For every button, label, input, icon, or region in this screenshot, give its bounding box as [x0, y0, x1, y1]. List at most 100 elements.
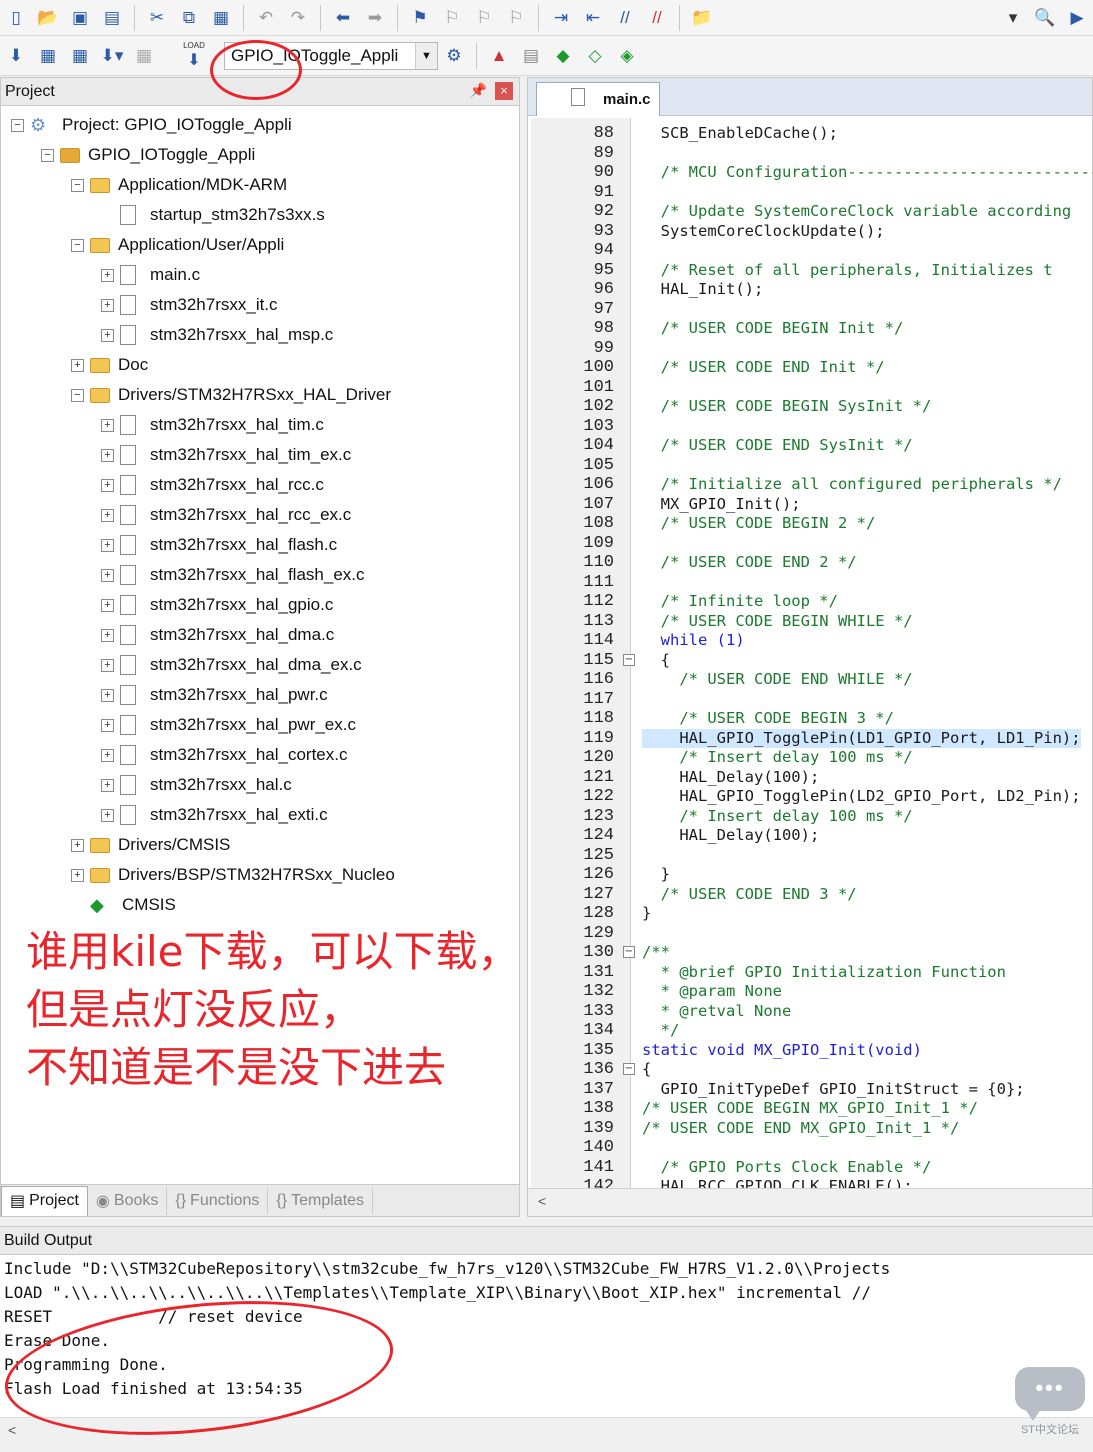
- code-line[interactable]: 102 /* USER CODE BEGIN SysInit */: [528, 397, 1093, 417]
- code-line[interactable]: 119 HAL_GPIO_TogglePin(LD1_GPIO_Port, LD…: [528, 729, 1093, 749]
- tree-item[interactable]: −Drivers/STM32H7RSxx_HAL_Driver: [71, 380, 391, 410]
- collapse-icon[interactable]: −: [71, 389, 84, 402]
- code-line[interactable]: 141 /* GPIO Ports Clock Enable */: [528, 1158, 1093, 1178]
- tree-item[interactable]: +stm32h7rsxx_hal_rcc_ex.c: [101, 500, 351, 530]
- expand-icon[interactable]: +: [71, 359, 84, 372]
- code-line[interactable]: 112 /* Infinite loop */: [528, 592, 1093, 612]
- expand-icon[interactable]: +: [101, 779, 114, 792]
- search-doc-icon[interactable]: 🔍: [1031, 4, 1059, 32]
- code-line[interactable]: 109: [528, 534, 1093, 554]
- collapse-icon[interactable]: −: [11, 119, 24, 132]
- build-output-horizontal-scrollbar[interactable]: <: [0, 1417, 1093, 1445]
- code-line[interactable]: 130−/**: [528, 943, 1093, 963]
- expand-icon[interactable]: +: [101, 689, 114, 702]
- expand-icon[interactable]: +: [101, 809, 114, 822]
- tab-functions[interactable]: {}Functions: [167, 1188, 268, 1214]
- code-line[interactable]: 126 }: [528, 865, 1093, 885]
- code-line[interactable]: 99: [528, 339, 1093, 359]
- code-line[interactable]: 111: [528, 573, 1093, 593]
- tree-item[interactable]: +stm32h7rsxx_hal_rcc.c: [101, 470, 324, 500]
- code-line[interactable]: 122 HAL_GPIO_TogglePin(LD2_GPIO_Port, LD…: [528, 787, 1093, 807]
- pin-icon[interactable]: 📌: [470, 82, 487, 99]
- expand-icon[interactable]: +: [101, 539, 114, 552]
- nav-back-icon[interactable]: ⬅: [329, 4, 357, 32]
- open-file-icon[interactable]: 📂: [34, 4, 62, 32]
- code-line[interactable]: 135static void MX_GPIO_Init(void): [528, 1041, 1093, 1061]
- new-file-icon[interactable]: ▯: [2, 4, 30, 32]
- tab-project[interactable]: ▤Project: [1, 1186, 88, 1216]
- tree-item[interactable]: +Drivers/BSP/STM32H7RSxx_Nucleo: [71, 860, 395, 890]
- code-line[interactable]: 101: [528, 378, 1093, 398]
- code-line[interactable]: 131 * @brief GPIO Initialization Functio…: [528, 963, 1093, 983]
- expand-icon[interactable]: +: [101, 419, 114, 432]
- expand-icon[interactable]: +: [101, 629, 114, 642]
- tree-item[interactable]: +stm32h7rsxx_hal_tim.c: [101, 410, 324, 440]
- unindent-icon[interactable]: ⇤: [579, 4, 607, 32]
- expand-icon[interactable]: +: [101, 509, 114, 522]
- tree-item[interactable]: −Application/MDK-ARM: [71, 170, 287, 200]
- indent-icon[interactable]: ⇥: [547, 4, 575, 32]
- scroll-left-icon[interactable]: <: [538, 1193, 546, 1209]
- code-line[interactable]: 117: [528, 690, 1093, 710]
- redo-icon[interactable]: ↷: [284, 4, 312, 32]
- tree-item[interactable]: +stm32h7rsxx_hal_flash_ex.c: [101, 560, 365, 590]
- expand-icon[interactable]: +: [71, 839, 84, 852]
- code-line[interactable]: 98 /* USER CODE BEGIN Init */: [528, 319, 1093, 339]
- uncomment-icon[interactable]: //: [643, 4, 671, 32]
- code-line[interactable]: 128}: [528, 904, 1093, 924]
- code-line[interactable]: 89: [528, 144, 1093, 164]
- tree-item[interactable]: +stm32h7rsxx_hal_flash.c: [101, 530, 337, 560]
- code-line[interactable]: 127 /* USER CODE END 3 */: [528, 885, 1093, 905]
- fold-icon[interactable]: −: [623, 1063, 635, 1075]
- code-line[interactable]: 137 GPIO_InitTypeDef GPIO_InitStruct = {…: [528, 1080, 1093, 1100]
- code-area[interactable]: 88 SCB_EnableDCache();8990 /* MCU Config…: [528, 118, 1093, 1188]
- target-select[interactable]: GPIO_IOToggle_Appli ▼: [224, 42, 438, 70]
- rebuild-icon[interactable]: ▦: [66, 42, 94, 70]
- copy-icon[interactable]: ⧉: [175, 4, 203, 32]
- bookmark-prev-icon[interactable]: ⚐: [438, 4, 466, 32]
- tree-item[interactable]: −Application/User/Appli: [71, 230, 284, 260]
- fold-icon[interactable]: −: [623, 946, 635, 958]
- tree-item[interactable]: +stm32h7rsxx_hal_tim_ex.c: [101, 440, 351, 470]
- tree-item[interactable]: +stm32h7rsxx_hal_pwr_ex.c: [101, 710, 356, 740]
- code-line[interactable]: 134 */: [528, 1021, 1093, 1041]
- expand-icon[interactable]: +: [101, 449, 114, 462]
- fold-icon[interactable]: −: [623, 654, 635, 666]
- tree-item[interactable]: +stm32h7rsxx_it.c: [101, 290, 278, 320]
- code-line[interactable]: 118 /* USER CODE BEGIN 3 */: [528, 709, 1093, 729]
- scroll-left-icon[interactable]: <: [8, 1422, 16, 1438]
- code-line[interactable]: 129: [528, 924, 1093, 944]
- tab-templates[interactable]: {}Templates: [268, 1188, 373, 1214]
- select-software-packs-icon[interactable]: ◇: [581, 42, 609, 70]
- tree-item[interactable]: +stm32h7rsxx_hal_pwr.c: [101, 680, 328, 710]
- code-line[interactable]: 124 HAL_Delay(100);: [528, 826, 1093, 846]
- code-line[interactable]: 96 HAL_Init();: [528, 280, 1093, 300]
- expand-icon[interactable]: +: [101, 299, 114, 312]
- translate-icon[interactable]: ⬇: [2, 42, 30, 70]
- code-line[interactable]: 97: [528, 300, 1093, 320]
- tree-item[interactable]: +stm32h7rsxx_hal_cortex.c: [101, 740, 347, 770]
- nav-forward-icon[interactable]: ➡: [361, 4, 389, 32]
- stop-build-icon[interactable]: ▦: [130, 42, 158, 70]
- load-download-button[interactable]: LOAD ⬇: [174, 42, 214, 70]
- tree-item[interactable]: +stm32h7rsxx_hal_msp.c: [101, 320, 333, 350]
- code-line[interactable]: 104 /* USER CODE END SysInit */: [528, 436, 1093, 456]
- code-line[interactable]: 110 /* USER CODE END 2 */: [528, 553, 1093, 573]
- code-line[interactable]: 133 * @retval None: [528, 1002, 1093, 1022]
- tab-main-c[interactable]: main.c: [536, 82, 660, 116]
- tree-item[interactable]: +stm32h7rsxx_hal.c: [101, 770, 292, 800]
- expand-icon[interactable]: +: [101, 599, 114, 612]
- code-line[interactable]: 132 * @param None: [528, 982, 1093, 1002]
- expand-icon[interactable]: +: [71, 869, 84, 882]
- bookmark-next-icon[interactable]: ⚐: [470, 4, 498, 32]
- save-all-icon[interactable]: ▤: [98, 4, 126, 32]
- run-time-environment-icon[interactable]: ◈: [613, 42, 641, 70]
- cut-icon[interactable]: ✂: [143, 4, 171, 32]
- code-line[interactable]: 113 /* USER CODE BEGIN WHILE */: [528, 612, 1093, 632]
- tree-item[interactable]: +main.c: [101, 260, 200, 290]
- paste-icon[interactable]: ▦: [207, 4, 235, 32]
- tree-item[interactable]: +Doc: [71, 350, 148, 380]
- collapse-icon[interactable]: −: [71, 179, 84, 192]
- save-icon[interactable]: ▣: [66, 4, 94, 32]
- expand-icon[interactable]: +: [101, 329, 114, 342]
